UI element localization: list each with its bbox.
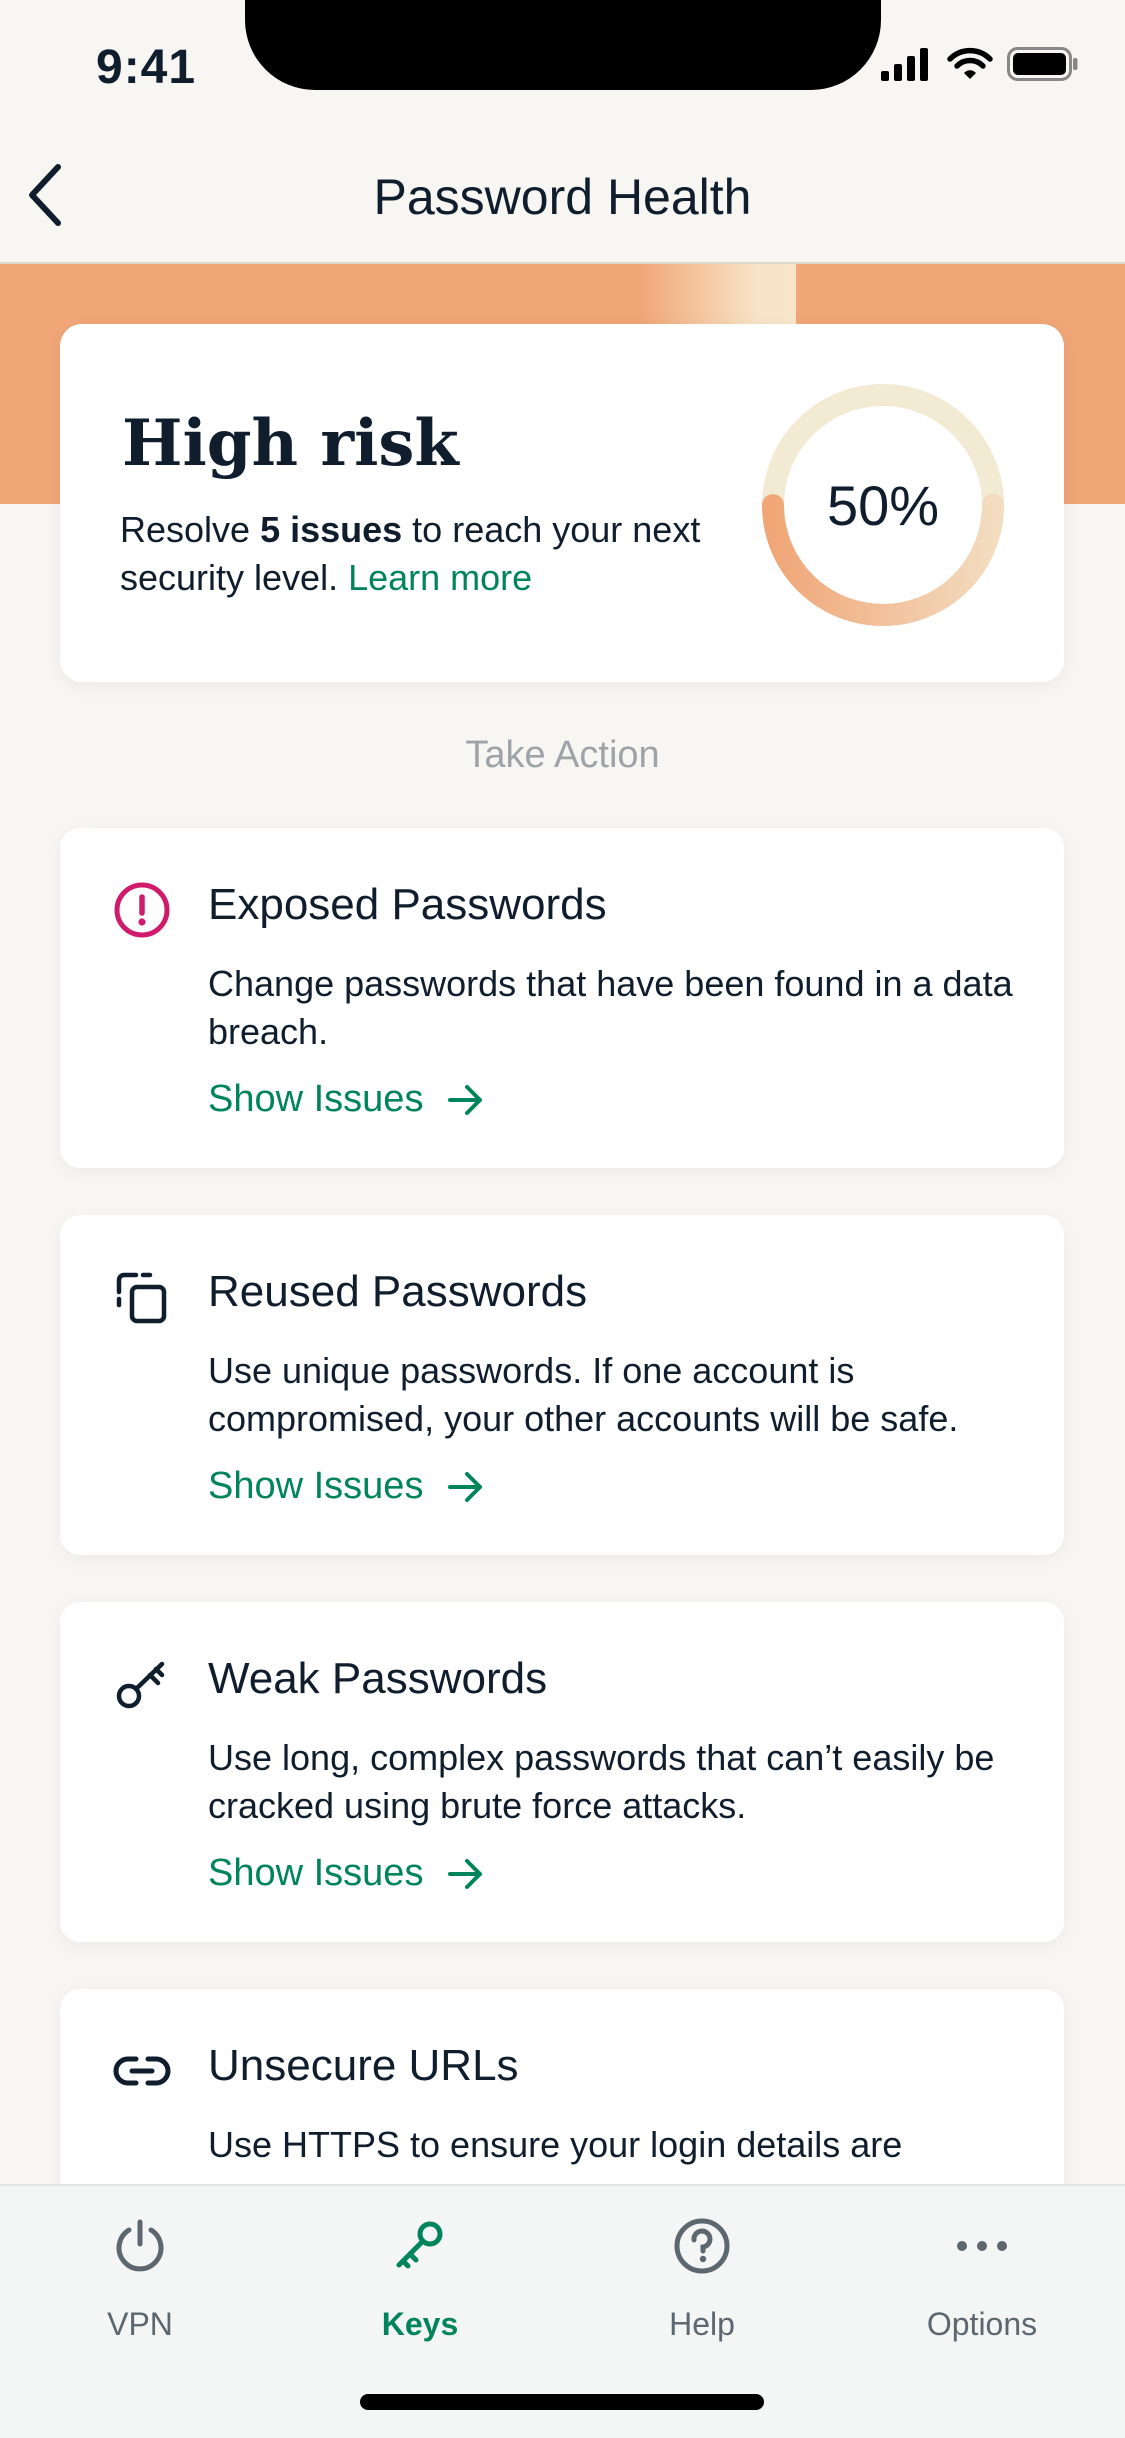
- tab-label: Help: [669, 2306, 735, 2342]
- health-gauge: 50%: [760, 382, 1006, 628]
- card-description: Use long, complex passwords that can’t e…: [208, 1737, 995, 1826]
- risk-level-title: High risk: [122, 406, 459, 481]
- section-heading: Take Action: [465, 734, 660, 776]
- show-issues-link[interactable]: Show Issues: [208, 1465, 485, 1508]
- page-title: Password Health: [373, 169, 752, 225]
- show-issues-label: Show Issues: [208, 1078, 424, 1120]
- card-description: Use HTTPS to ensure your login details a…: [208, 2124, 903, 2165]
- risk-issue-count: 5 issues: [260, 509, 403, 550]
- battery-icon: [1007, 47, 1078, 81]
- card-title: Unsecure URLs: [208, 2041, 519, 2090]
- banner-highlight: [640, 264, 796, 324]
- key-icon: [112, 1654, 172, 1714]
- card-title: Weak Passwords: [208, 1654, 548, 1703]
- card-description: Change passwords that have been found in…: [208, 963, 1013, 1052]
- arrow-right-icon: [448, 1084, 483, 1115]
- more-horizontal-icon: [952, 2208, 1012, 2284]
- show-issues-link[interactable]: Show Issues: [208, 1852, 485, 1895]
- show-issues-label: Show Issues: [208, 1852, 424, 1894]
- status-time: 9:41: [96, 41, 197, 94]
- learn-more-link[interactable]: Learn more: [348, 557, 532, 598]
- power-icon: [110, 2208, 170, 2284]
- help-circle-icon: [672, 2208, 732, 2284]
- card-description: Use unique passwords. If one account is …: [208, 1350, 959, 1439]
- arrow-right-icon: [448, 1858, 483, 1889]
- card-title: Exposed Passwords: [208, 880, 607, 929]
- tab-help[interactable]: Help: [562, 2200, 842, 2350]
- wifi-icon: [947, 47, 993, 79]
- card-title: Reused Passwords: [208, 1267, 588, 1316]
- alert-circle-icon: [112, 880, 172, 940]
- status-icons: [881, 46, 1079, 82]
- home-indicator: [360, 2394, 764, 2410]
- tab-keys[interactable]: Keys: [280, 2200, 560, 2350]
- duplicate-icon: [112, 1267, 172, 1327]
- tab-label: VPN: [107, 2306, 173, 2342]
- health-percent: 50%: [826, 473, 940, 537]
- tab-vpn[interactable]: VPN: [0, 2200, 280, 2350]
- device-notch: [245, 0, 881, 90]
- signal-icon: [881, 48, 928, 81]
- show-issues-link[interactable]: Show Issues: [208, 1078, 485, 1121]
- key-icon: [390, 2208, 450, 2284]
- risk-description: Resolve 5 issues to reach your next secu…: [120, 506, 760, 602]
- show-issues-label: Show Issues: [208, 1465, 424, 1507]
- tab-options[interactable]: Options: [842, 2200, 1122, 2350]
- tab-label: Options: [926, 2306, 1038, 2342]
- arrow-right-icon: [448, 1471, 483, 1502]
- exposed-passwords-card: Exposed Passwords Change passwords that …: [60, 828, 1064, 1168]
- risk-summary-card: High risk Resolve 5 issues to reach your…: [60, 324, 1064, 682]
- tab-label: Keys: [381, 2306, 459, 2342]
- link-icon: [112, 2041, 172, 2101]
- risk-desc-prefix: Resolve: [120, 509, 261, 550]
- weak-passwords-card: Weak Passwords Use long, complex passwor…: [60, 1602, 1064, 1942]
- reused-passwords-card: Reused Passwords Use unique passwords. I…: [60, 1215, 1064, 1555]
